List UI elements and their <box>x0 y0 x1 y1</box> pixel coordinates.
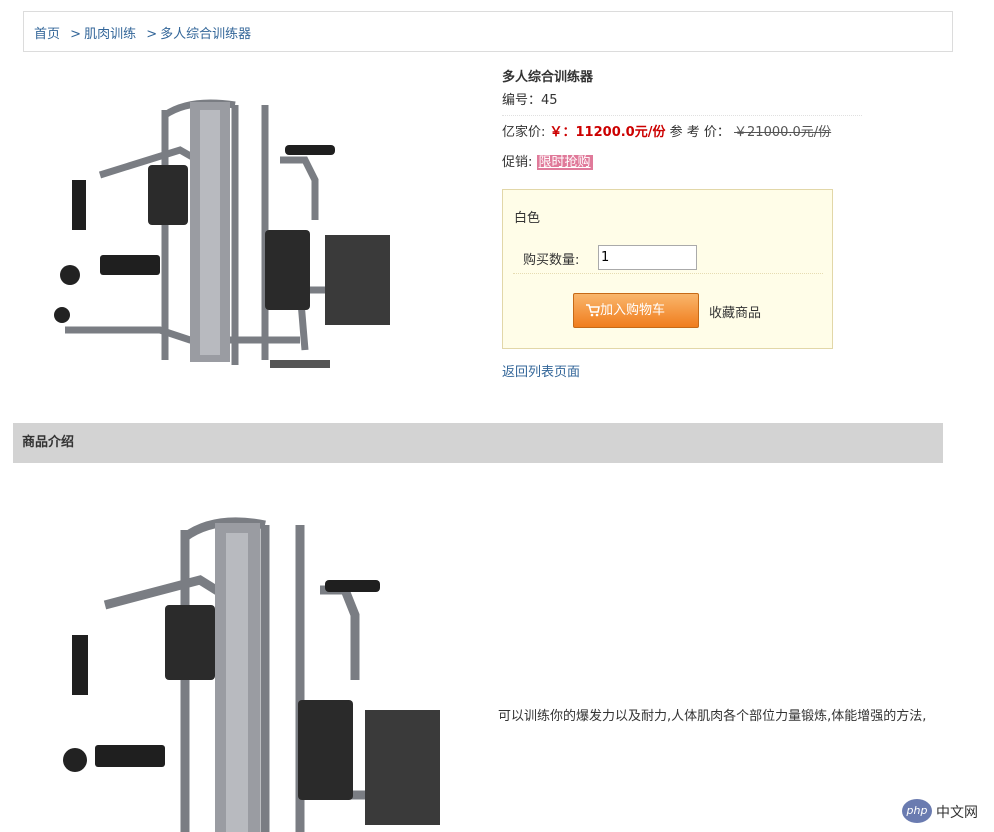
favorite-link[interactable]: 收藏商品 <box>709 302 761 321</box>
product-title: 多人综合训练器 <box>502 70 594 85</box>
quantity-input[interactable] <box>598 245 697 270</box>
product-info: 多人综合训练器 编号：45 亿家价: ￥：11200.0元/份 参 考 价： ￥… <box>502 62 862 182</box>
product-code: 45 <box>541 93 558 108</box>
product-image <box>54 99 390 368</box>
description-image <box>63 517 440 832</box>
breadcrumb-home-link[interactable]: 首页 <box>34 27 60 42</box>
price-label: 亿家价: <box>502 125 550 140</box>
back-to-list-link[interactable]: 返回列表页面 <box>502 361 580 380</box>
cart-icon <box>586 304 600 317</box>
site-watermark: php 中文网 <box>902 798 994 826</box>
buy-box: 白色 购买数量: 加入购物车 收藏商品 <box>502 189 833 349</box>
breadcrumb-category-link[interactable]: 肌肉训练 <box>84 27 136 42</box>
product-code-row: 编号：45 <box>502 90 862 116</box>
price-row: 亿家价: ￥：11200.0元/份 参 考 价： ￥21000.0元/份 <box>502 122 862 152</box>
add-to-cart-label: 加入购物车 <box>600 303 666 318</box>
code-label: 编号： <box>502 93 542 108</box>
quantity-row: 购买数量: <box>513 244 823 274</box>
description-text: 可以训练你的爆发力以及耐力,人体肌肉各个部位力量锻炼,体能增强的方法, <box>498 709 927 724</box>
watermark-text: 中文网 <box>936 805 978 821</box>
breadcrumb-current-link[interactable]: 多人综合训练器 <box>160 27 251 42</box>
promo-badge[interactable]: 限时抢购 <box>536 155 593 170</box>
section-title-bar: 商品介绍 <box>13 423 943 463</box>
reference-price: ￥21000.0元/份 <box>734 125 832 140</box>
quantity-label: 购买数量: <box>523 253 580 268</box>
php-logo-icon: php <box>902 799 932 823</box>
ref-price-label: 参 考 价： <box>665 125 730 140</box>
color-option[interactable]: 白色 <box>514 207 540 226</box>
breadcrumb: 首页 > 肌肉训练 > 多人综合训练器 <box>23 11 953 52</box>
add-to-cart-button[interactable]: 加入购物车 <box>573 293 699 328</box>
promo-row: 促销: 限时抢购 <box>502 152 862 182</box>
breadcrumb-separator: > <box>70 27 82 42</box>
breadcrumb-separator: > <box>146 27 158 42</box>
promo-label: 促销: <box>502 155 537 170</box>
sale-price: ￥：11200.0元/份 <box>549 125 666 140</box>
